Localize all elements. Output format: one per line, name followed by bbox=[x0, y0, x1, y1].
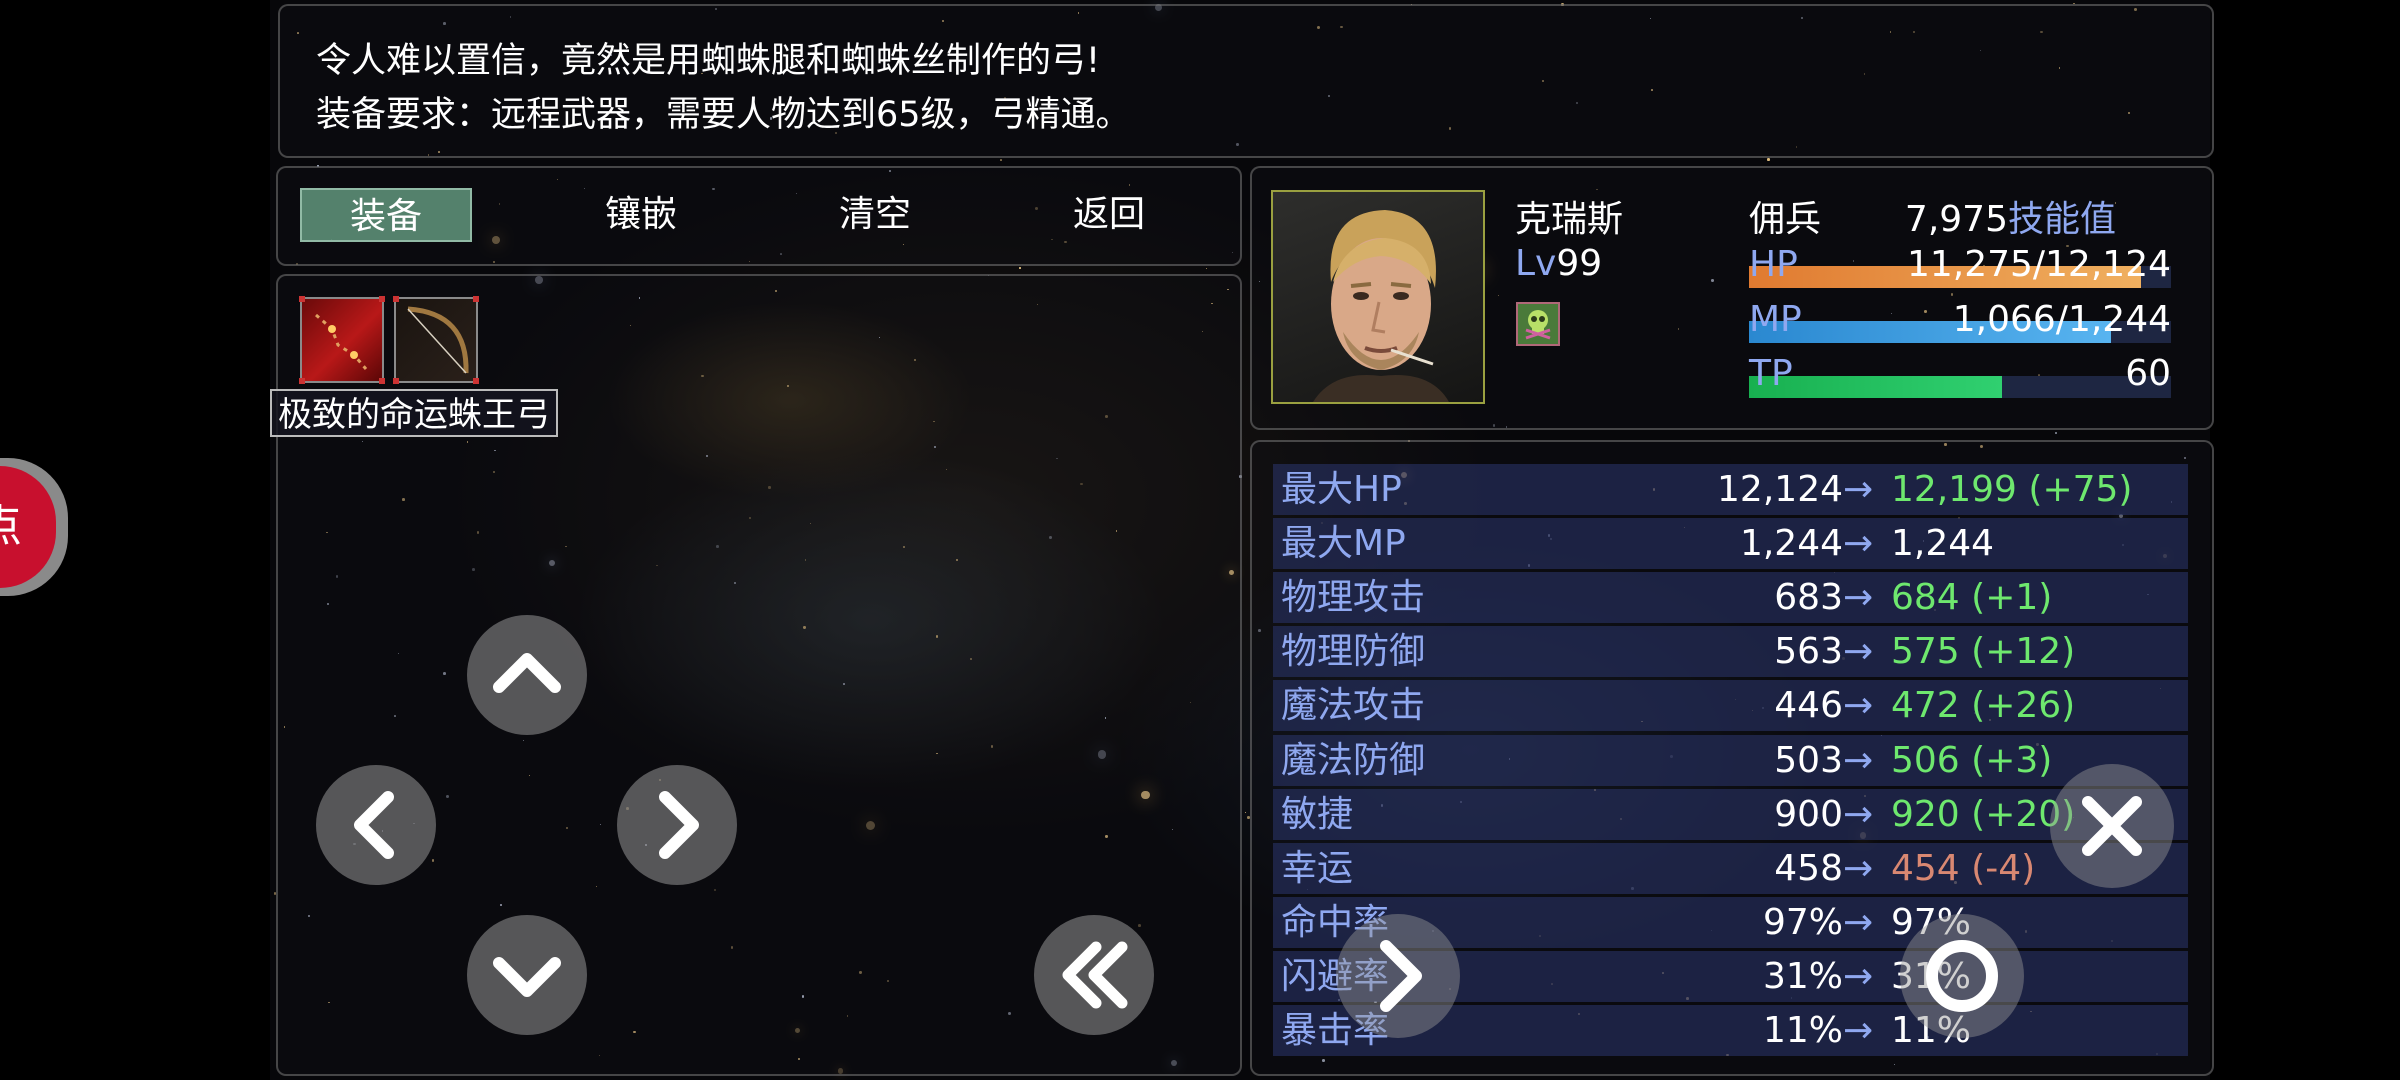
slot-bow[interactable] bbox=[393, 296, 479, 384]
red-gem-icon bbox=[315, 313, 368, 370]
back-double-button[interactable] bbox=[1034, 915, 1154, 1035]
mp-value: 1,066/1,244 bbox=[1952, 299, 2171, 340]
stat-new-value: 506 (+3) bbox=[1891, 740, 2053, 781]
tp-gauge bbox=[1749, 376, 2171, 398]
stat-current-value: 446 bbox=[1774, 685, 1843, 726]
dpad-right[interactable] bbox=[617, 765, 737, 885]
stat-arrow: → bbox=[1843, 685, 1874, 726]
command-clear[interactable]: 清空 bbox=[790, 188, 960, 242]
stat-current-value: 503 bbox=[1774, 740, 1843, 781]
double-chevron-left-icon bbox=[1062, 941, 1128, 1009]
actor-portrait bbox=[1271, 190, 1485, 404]
stat-name: 魔法攻击 bbox=[1281, 685, 1426, 726]
stat-arrow: → bbox=[1843, 794, 1874, 835]
stat-arrow: → bbox=[1843, 631, 1874, 672]
chevron-down-icon bbox=[493, 957, 561, 997]
stat-current-value: 563 bbox=[1774, 631, 1843, 672]
stat-current-value: 683 bbox=[1774, 577, 1843, 618]
stat-row: 最大MP 1,244 → 1,244 bbox=[1273, 518, 2188, 569]
actor-name: 克瑞斯 bbox=[1515, 199, 1624, 240]
slot-gem[interactable] bbox=[299, 296, 385, 384]
stat-arrow: → bbox=[1843, 523, 1874, 564]
stat-current-value: 31% bbox=[1762, 956, 1843, 997]
chevron-up-icon bbox=[493, 653, 561, 693]
dpad-up[interactable] bbox=[467, 615, 587, 735]
stat-arrow: → bbox=[1843, 577, 1874, 618]
stat-new-value: 472 (+26) bbox=[1891, 685, 2076, 726]
floating-side-tab[interactable]: 点 bbox=[0, 458, 68, 596]
stat-name: 最大HP bbox=[1281, 469, 1402, 510]
description-line-1: 令人难以置信，竟然是用蜘蛛腿和蜘蛛丝制作的弓! bbox=[316, 41, 1101, 81]
stat-name: 敏捷 bbox=[1281, 794, 1354, 835]
stat-row: 最大HP 12,124 → 12,199 (+75) bbox=[1273, 464, 2188, 515]
stat-name: 幸运 bbox=[1281, 848, 1354, 889]
item-name-label: 极致的命运蛛王弓 bbox=[270, 389, 558, 437]
state-icon-slot bbox=[1516, 302, 1560, 346]
stat-new-value: 454 (-4) bbox=[1891, 848, 2036, 889]
stat-current-value: 12,124 bbox=[1717, 469, 1843, 510]
command-back[interactable]: 返回 bbox=[1024, 188, 1194, 242]
tp-value: 60 bbox=[2125, 353, 2171, 394]
stat-arrow: → bbox=[1843, 740, 1874, 781]
chevron-right-icon bbox=[659, 791, 699, 859]
chevron-left-icon bbox=[354, 791, 394, 859]
actor-class: 佣兵 bbox=[1749, 199, 1822, 240]
stat-current-value: 1,244 bbox=[1739, 523, 1843, 564]
poison-skull-icon bbox=[1525, 310, 1551, 340]
skill-points-label: 技能值 bbox=[2007, 199, 2116, 240]
confirm-button[interactable] bbox=[1900, 914, 2024, 1038]
stat-arrow: → bbox=[1843, 956, 1874, 997]
hp-value: 11,275/12,124 bbox=[1906, 244, 2171, 285]
stat-row: 魔法攻击 446 → 472 (+26) bbox=[1273, 680, 2188, 731]
level-label: Lv bbox=[1515, 243, 1557, 284]
stat-name: 魔法防御 bbox=[1281, 740, 1426, 781]
description-line-2: 装备要求：远程武器，需要人物达到65级，弓精通。 bbox=[316, 95, 1131, 135]
stat-arrow: → bbox=[1843, 902, 1874, 943]
help-window: 令人难以置信，竟然是用蜘蛛腿和蜘蛛丝制作的弓! 装备要求：远程武器，需要人物达到… bbox=[278, 4, 2214, 158]
tp-label: TP bbox=[1749, 353, 1793, 394]
bow-icon bbox=[407, 306, 469, 374]
skill-points-value: 7,975 bbox=[1904, 199, 2008, 240]
stat-current-value: 900 bbox=[1774, 794, 1843, 835]
stat-new-value: 575 (+12) bbox=[1891, 631, 2076, 672]
portrait-face-icon bbox=[1313, 210, 1449, 402]
stat-name: 物理防御 bbox=[1281, 631, 1426, 672]
stat-new-value: 684 (+1) bbox=[1891, 577, 2053, 618]
skill-points: 7,975技能值 bbox=[1905, 190, 2116, 242]
side-tab-label: 点 bbox=[0, 466, 56, 588]
ring-icon bbox=[1926, 940, 1998, 1012]
stat-arrow: → bbox=[1843, 1010, 1874, 1051]
stat-row: 物理防御 563 → 575 (+12) bbox=[1273, 626, 2188, 677]
cancel-button[interactable] bbox=[2050, 764, 2174, 888]
stat-name: 物理攻击 bbox=[1281, 577, 1426, 618]
stat-current-value: 458 bbox=[1774, 848, 1843, 889]
chevron-right-icon bbox=[1380, 940, 1422, 1012]
next-button[interactable] bbox=[1336, 914, 1460, 1038]
mp-label: MP bbox=[1749, 299, 1802, 340]
command-socket[interactable]: 镶嵌 bbox=[556, 188, 726, 242]
close-icon bbox=[2082, 796, 2142, 856]
stat-name: 最大MP bbox=[1281, 523, 1406, 564]
stat-row: 物理攻击 683 → 684 (+1) bbox=[1273, 572, 2188, 623]
hp-label: HP bbox=[1749, 244, 1798, 285]
actor-level: Lv99 bbox=[1515, 243, 1602, 284]
dpad-left[interactable] bbox=[316, 765, 436, 885]
dpad-down[interactable] bbox=[467, 915, 587, 1035]
stat-new-value: 1,244 bbox=[1891, 523, 1995, 564]
stat-current-value: 11% bbox=[1762, 1010, 1843, 1051]
command-equip[interactable]: 装备 bbox=[300, 188, 472, 242]
stat-new-value: 920 (+20) bbox=[1891, 794, 2076, 835]
stat-new-value: 12,199 (+75) bbox=[1891, 469, 2133, 510]
stat-current-value: 97% bbox=[1762, 902, 1843, 943]
stat-arrow: → bbox=[1843, 848, 1874, 889]
level-value: 99 bbox=[1556, 243, 1603, 284]
stat-arrow: → bbox=[1843, 469, 1874, 510]
